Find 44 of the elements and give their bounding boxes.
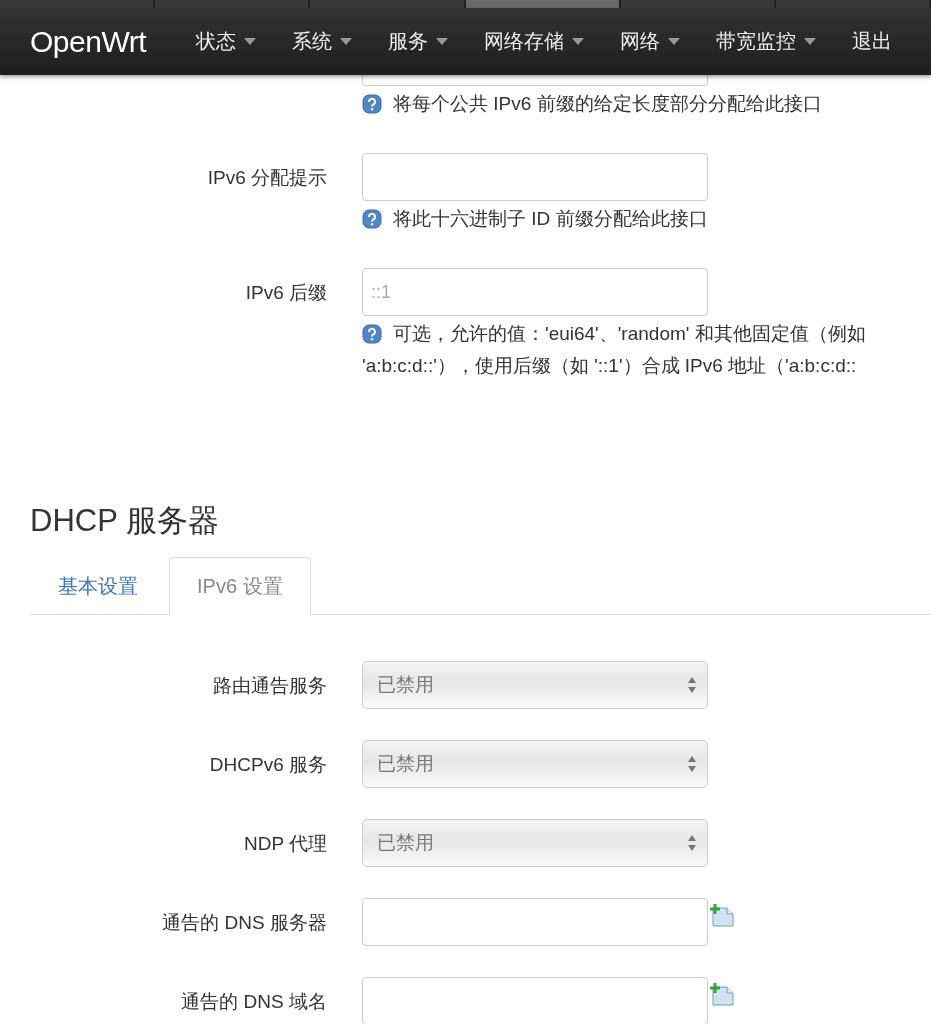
updown-arrow-icon bbox=[687, 834, 697, 852]
help-text: 将每个公共 IPv6 前缀的给定长度部分分配给此接口 bbox=[393, 92, 822, 116]
caret-icon bbox=[572, 38, 584, 45]
field-label: 通告的 DNS 服务器 bbox=[162, 912, 327, 933]
menu-item[interactable]: 网络 bbox=[604, 28, 700, 55]
caret-icon bbox=[340, 38, 352, 45]
select-dropdown[interactable]: 已禁用 bbox=[362, 661, 708, 709]
text-input[interactable] bbox=[362, 75, 708, 86]
caret-icon bbox=[668, 38, 680, 45]
help-text: 将此十六进制子 ID 前缀分配给此接口 bbox=[393, 207, 708, 231]
help-icon bbox=[362, 209, 382, 229]
select-dropdown[interactable]: 已禁用 bbox=[362, 740, 708, 788]
updown-arrow-icon bbox=[687, 755, 697, 773]
text-input[interactable]: ::1 bbox=[362, 268, 708, 316]
help-text: 可选，允许的值：'eui64'、'random' 和其他固定值（例如 bbox=[393, 322, 866, 346]
help-text: 'a:b:c:d::'），使用后缀（如 '::1'）合成 IPv6 地址（'a:b:c:d:: bbox=[362, 354, 858, 378]
text-input[interactable] bbox=[362, 153, 708, 201]
caret-icon bbox=[804, 38, 816, 45]
menu-item[interactable]: 带宽监控 bbox=[700, 28, 836, 55]
menu-item[interactable]: 退出 bbox=[836, 28, 912, 55]
text-input[interactable] bbox=[362, 977, 708, 1024]
menu-item[interactable]: 网络存储 bbox=[468, 28, 604, 55]
field-label: 路由通告服务 bbox=[213, 675, 327, 696]
brand-logo[interactable]: OpenWrt bbox=[30, 24, 146, 59]
menu-item[interactable]: 系统 bbox=[276, 28, 372, 55]
tab[interactable]: IPv6 设置 bbox=[169, 557, 311, 615]
menu-item[interactable]: 服务 bbox=[372, 28, 468, 55]
field-label: IPv6 后缀 bbox=[245, 282, 327, 303]
caret-icon bbox=[436, 38, 448, 45]
caret-icon bbox=[244, 38, 256, 45]
menu-item[interactable]: 状态 bbox=[180, 28, 276, 55]
select-dropdown[interactable]: 已禁用 bbox=[362, 819, 708, 867]
field-label: NDP 代理 bbox=[243, 833, 327, 854]
help-icon bbox=[362, 94, 382, 114]
add-document-icon[interactable] bbox=[710, 904, 736, 928]
field-label: IPv6 分配提示 bbox=[207, 167, 327, 188]
text-input[interactable] bbox=[362, 898, 708, 946]
field-label: 通告的 DNS 域名 bbox=[181, 991, 327, 1012]
tab[interactable]: 基本设置 bbox=[30, 557, 166, 615]
updown-arrow-icon bbox=[687, 676, 697, 694]
add-document-icon[interactable] bbox=[710, 983, 736, 1007]
help-icon bbox=[362, 324, 382, 344]
field-label: DHCPv6 服务 bbox=[209, 754, 327, 775]
section-title: DHCP 服务器 bbox=[30, 502, 220, 540]
